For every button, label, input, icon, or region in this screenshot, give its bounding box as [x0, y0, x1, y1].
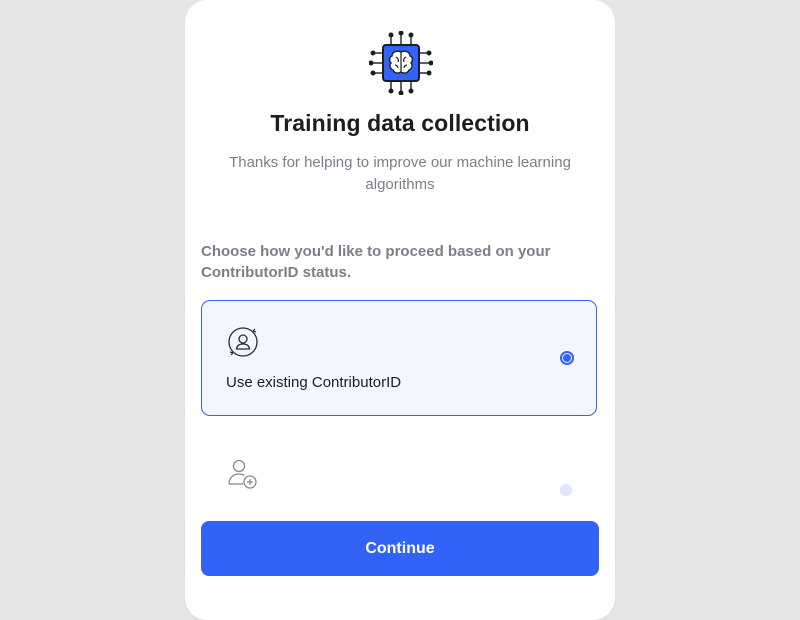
page-subtitle: Thanks for helping to improve our machin…: [229, 154, 571, 193]
continue-button[interactable]: Continue: [201, 521, 599, 576]
radio-unselected[interactable]: [560, 484, 572, 496]
onboarding-card: Training data collection Thanks for help…: [185, 0, 615, 620]
add-user-icon: [228, 459, 257, 489]
ai-brain-chip-icon: [369, 31, 433, 95]
option-create-contributor-id[interactable]: [201, 432, 597, 496]
option-use-existing-contributor-id[interactable]: Use existing ContributorID: [201, 300, 597, 416]
page-title: Training data collection: [270, 110, 530, 136]
option-label: Use existing ContributorID: [226, 374, 402, 391]
radio-selected[interactable]: [560, 351, 574, 365]
instruction-text: Choose how you'd like to proceed based o…: [201, 243, 551, 281]
user-sync-icon: [228, 327, 258, 357]
